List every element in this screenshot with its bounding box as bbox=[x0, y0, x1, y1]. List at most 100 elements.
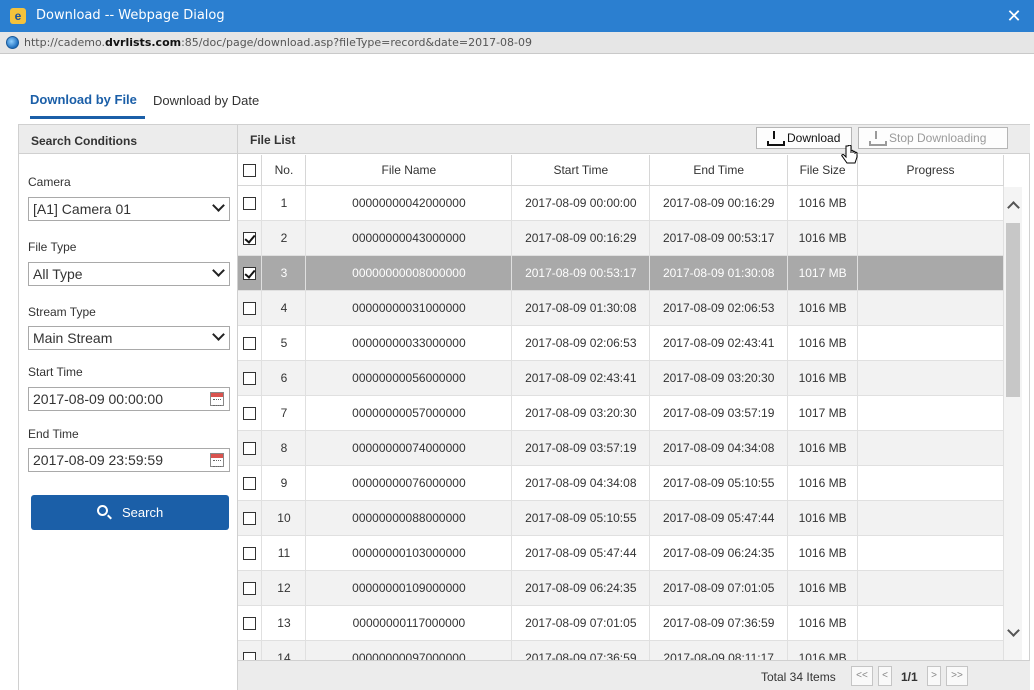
cell-file-size: 1016 MB bbox=[787, 605, 859, 641]
table-row[interactable]: 5 00000000033000000 2017-08-09 02:06:53 201… bbox=[238, 325, 1004, 361]
checkbox-cell bbox=[238, 185, 263, 221]
url-prefix: http://cademo. bbox=[24, 36, 105, 49]
table-row[interactable]: 1 00000000042000000 2017-08-09 00:00:00 201… bbox=[238, 185, 1004, 221]
row-checkbox[interactable] bbox=[243, 511, 257, 525]
start-time-input[interactable]: 2017-08-09 00:00:00 bbox=[28, 387, 230, 411]
cell-end-time: 2017-08-09 07:01:05 bbox=[649, 570, 789, 606]
cell-no: 6 bbox=[261, 360, 307, 396]
row-checkbox[interactable] bbox=[243, 196, 257, 210]
stop-downloading-label: Stop Downloading bbox=[889, 131, 987, 145]
row-checkbox[interactable] bbox=[243, 266, 257, 280]
row-checkbox[interactable] bbox=[243, 616, 257, 630]
row-checkbox[interactable] bbox=[243, 581, 257, 595]
browser-icon: e bbox=[10, 8, 26, 24]
cell-progress bbox=[857, 605, 1004, 641]
hand-cursor-icon bbox=[841, 145, 858, 164]
cell-progress bbox=[857, 430, 1004, 466]
column-header-start-time: Start Time bbox=[511, 155, 651, 186]
cell-end-time: 2017-08-09 04:34:08 bbox=[649, 430, 789, 466]
next-page-button[interactable]: > bbox=[927, 666, 941, 686]
download-button[interactable]: Download bbox=[756, 127, 852, 149]
checkbox-cell bbox=[238, 395, 263, 431]
first-page-button[interactable]: << bbox=[851, 666, 873, 686]
file-type-select-value: All Type bbox=[33, 266, 83, 282]
prev-page-button[interactable]: < bbox=[878, 666, 892, 686]
cell-no: 11 bbox=[261, 535, 307, 571]
cell-no: 12 bbox=[261, 570, 307, 606]
checkbox-cell bbox=[238, 500, 263, 536]
cell-file-name: 00000000117000000 bbox=[305, 605, 513, 641]
table-row[interactable]: 12 00000000109000000 2017-08-09 06:24:35 20… bbox=[238, 570, 1004, 606]
table-row[interactable]: 13 00000000117000000 2017-08-09 07:01:05 20… bbox=[238, 605, 1004, 641]
row-checkbox[interactable] bbox=[243, 441, 257, 455]
table-row[interactable]: 9 00000000076000000 2017-08-09 04:34:08 201… bbox=[238, 465, 1004, 501]
cell-file-name: 00000000076000000 bbox=[305, 465, 513, 501]
calendar-icon[interactable] bbox=[210, 392, 224, 406]
cell-progress bbox=[857, 220, 1004, 256]
checkbox-cell bbox=[238, 465, 263, 501]
checkbox-cell bbox=[238, 220, 263, 256]
camera-select[interactable]: [A1] Camera 01 bbox=[28, 197, 230, 221]
cell-file-name: 00000000008000000 bbox=[305, 255, 513, 291]
cell-file-name: 00000000103000000 bbox=[305, 535, 513, 571]
chevron-down-icon bbox=[212, 328, 225, 341]
search-icon bbox=[97, 505, 108, 516]
row-checkbox[interactable] bbox=[243, 336, 257, 350]
tab-download-by-date[interactable]: Download by Date bbox=[153, 93, 259, 108]
table-row[interactable]: 3 00000000008000000 2017-08-09 00:53:17 201… bbox=[238, 255, 1004, 291]
row-checkbox[interactable] bbox=[243, 231, 257, 245]
column-header-end-time: End Time bbox=[649, 155, 789, 186]
cell-no: 7 bbox=[261, 395, 307, 431]
stream-type-select-value: Main Stream bbox=[33, 330, 113, 346]
file-type-select[interactable]: All Type bbox=[28, 262, 230, 286]
row-checkbox[interactable] bbox=[243, 301, 257, 315]
cell-file-name: 00000000042000000 bbox=[305, 185, 513, 221]
stop-downloading-button[interactable]: Stop Downloading bbox=[858, 127, 1008, 149]
search-button[interactable]: Search bbox=[31, 495, 229, 530]
total-items: Total 34 Items bbox=[761, 670, 836, 684]
column-header-progress: Progress bbox=[857, 155, 1004, 186]
close-icon[interactable]: ✕ bbox=[1002, 4, 1026, 28]
cell-end-time: 2017-08-09 06:24:35 bbox=[649, 535, 789, 571]
cell-start-time: 2017-08-09 05:10:55 bbox=[511, 500, 651, 536]
calendar-icon[interactable] bbox=[210, 453, 224, 467]
last-page-button[interactable]: >> bbox=[946, 666, 968, 686]
table-row[interactable]: 6 00000000056000000 2017-08-09 02:43:41 201… bbox=[238, 360, 1004, 396]
start-time-value: 2017-08-09 00:00:00 bbox=[33, 391, 163, 407]
scroll-up-icon[interactable] bbox=[1004, 197, 1022, 215]
table-row[interactable]: 2 00000000043000000 2017-08-09 00:16:29 201… bbox=[238, 220, 1004, 256]
download-icon bbox=[767, 131, 785, 146]
window-title: Download -- Webpage Dialog bbox=[36, 8, 225, 23]
table-row[interactable]: 11 00000000103000000 2017-08-09 05:47:44 20… bbox=[238, 535, 1004, 571]
checkbox-cell bbox=[238, 360, 263, 396]
stop-download-icon bbox=[869, 131, 887, 146]
cell-file-name: 00000000057000000 bbox=[305, 395, 513, 431]
url-suffix: :85/doc/page/download.asp?fileType=recor… bbox=[181, 36, 533, 49]
cell-file-name: 00000000074000000 bbox=[305, 430, 513, 466]
table-row[interactable]: 4 00000000031000000 2017-08-09 01:30:08 201… bbox=[238, 290, 1004, 326]
cell-progress bbox=[857, 570, 1004, 606]
select-all-cell bbox=[238, 155, 263, 186]
cell-no: 9 bbox=[261, 465, 307, 501]
stream-type-select[interactable]: Main Stream bbox=[28, 326, 230, 350]
cell-file-size: 1016 MB bbox=[787, 500, 859, 536]
cell-progress bbox=[857, 360, 1004, 396]
table-row[interactable]: 7 00000000057000000 2017-08-09 03:20:30 201… bbox=[238, 395, 1004, 431]
cell-file-size: 1016 MB bbox=[787, 570, 859, 606]
row-checkbox[interactable] bbox=[243, 476, 257, 490]
cell-file-size: 1016 MB bbox=[787, 360, 859, 396]
cell-progress bbox=[857, 500, 1004, 536]
table-row[interactable]: 8 00000000074000000 2017-08-09 03:57:19 201… bbox=[238, 430, 1004, 466]
search-button-label: Search bbox=[122, 505, 164, 520]
table-row[interactable]: 10 00000000088000000 2017-08-09 05:10:55 20… bbox=[238, 500, 1004, 536]
scroll-down-icon[interactable] bbox=[1004, 624, 1022, 642]
end-time-input[interactable]: 2017-08-09 23:59:59 bbox=[28, 448, 230, 472]
scrollbar-thumb[interactable] bbox=[1006, 223, 1020, 397]
tab-download-by-file[interactable]: Download by File bbox=[30, 92, 137, 107]
file-table: No. File Name Start Time End Time File S… bbox=[238, 155, 1004, 690]
globe-icon bbox=[6, 36, 19, 49]
row-checkbox[interactable] bbox=[243, 406, 257, 420]
row-checkbox[interactable] bbox=[243, 371, 257, 385]
row-checkbox[interactable] bbox=[243, 546, 257, 560]
select-all-checkbox[interactable] bbox=[243, 163, 257, 177]
